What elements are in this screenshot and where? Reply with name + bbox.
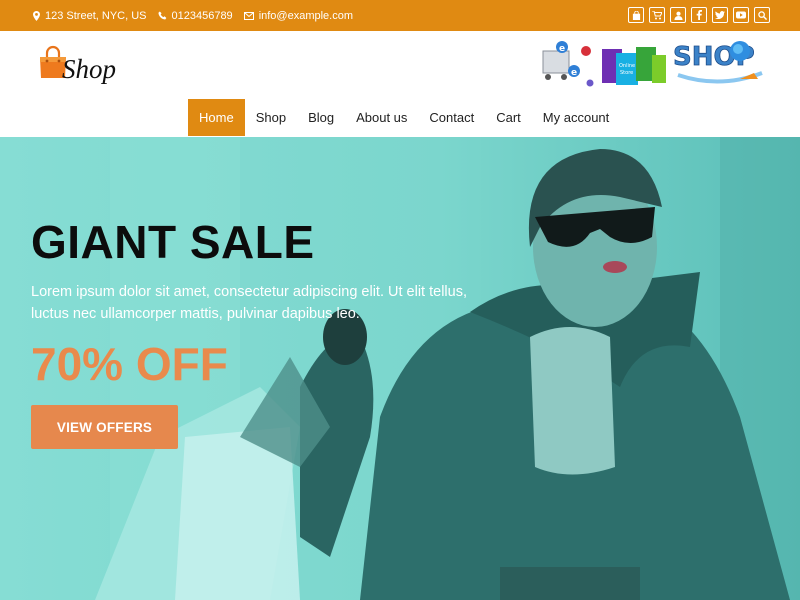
nav-contact[interactable]: Contact xyxy=(418,99,485,136)
search-icon[interactable] xyxy=(754,7,770,23)
hero-slider: GIANT SALE Lorem ipsum dolor sit amet, c… xyxy=(0,137,800,600)
social-icons xyxy=(628,7,770,23)
nav-my-account[interactable]: My account xyxy=(532,99,620,136)
top-bar: 123 Street, NYC, US 0123456789 info@exam… xyxy=(0,0,800,31)
phone-text: 0123456789 xyxy=(171,9,233,22)
cart-icon[interactable] xyxy=(649,7,665,23)
email-item: info@example.com xyxy=(243,10,353,22)
address-text: 123 Street, NYC, US xyxy=(45,9,147,22)
site-header: Shop e e Online Store SHOP Home Shop Blo… xyxy=(0,31,800,137)
online-shop-banner-image: e e Online Store SHOP xyxy=(542,41,763,87)
svg-text:e: e xyxy=(559,44,565,54)
nav-cart[interactable]: Cart xyxy=(485,99,532,136)
email-text[interactable]: info@example.com xyxy=(259,10,353,22)
hero-title: GIANT SALE xyxy=(31,216,315,268)
nav-blog[interactable]: Blog xyxy=(297,99,345,136)
facebook-icon[interactable] xyxy=(691,7,707,23)
hero-discount: 70% OFF xyxy=(31,338,228,390)
hero-description: Lorem ipsum dolor sit amet, consectetur … xyxy=(31,284,467,322)
map-marker-icon xyxy=(33,10,40,21)
view-offers-button[interactable]: VIEW OFFERS xyxy=(31,405,178,449)
address-item: 123 Street, NYC, US xyxy=(33,10,147,22)
nav-about-us[interactable]: About us xyxy=(345,99,418,136)
twitter-icon[interactable] xyxy=(712,7,728,23)
phone-item: 0123456789 xyxy=(157,9,233,22)
logo-text: Shop xyxy=(62,54,116,84)
phone-icon xyxy=(157,11,166,20)
youtube-icon[interactable] xyxy=(733,7,749,23)
svg-text:Online: Online xyxy=(619,63,635,69)
nav-shop[interactable]: Shop xyxy=(245,99,297,136)
svg-text:Store: Store xyxy=(620,70,633,76)
nav-home[interactable]: Home xyxy=(188,99,245,136)
contact-info: 123 Street, NYC, US 0123456789 info@exam… xyxy=(33,0,364,31)
bag-icon[interactable] xyxy=(628,7,644,23)
user-icon[interactable] xyxy=(670,7,686,23)
site-logo[interactable]: Shop xyxy=(38,45,116,83)
main-navigation: Home Shop Blog About us Contact Cart My … xyxy=(188,99,620,136)
envelope-icon xyxy=(243,11,254,20)
svg-text:e: e xyxy=(571,68,577,78)
